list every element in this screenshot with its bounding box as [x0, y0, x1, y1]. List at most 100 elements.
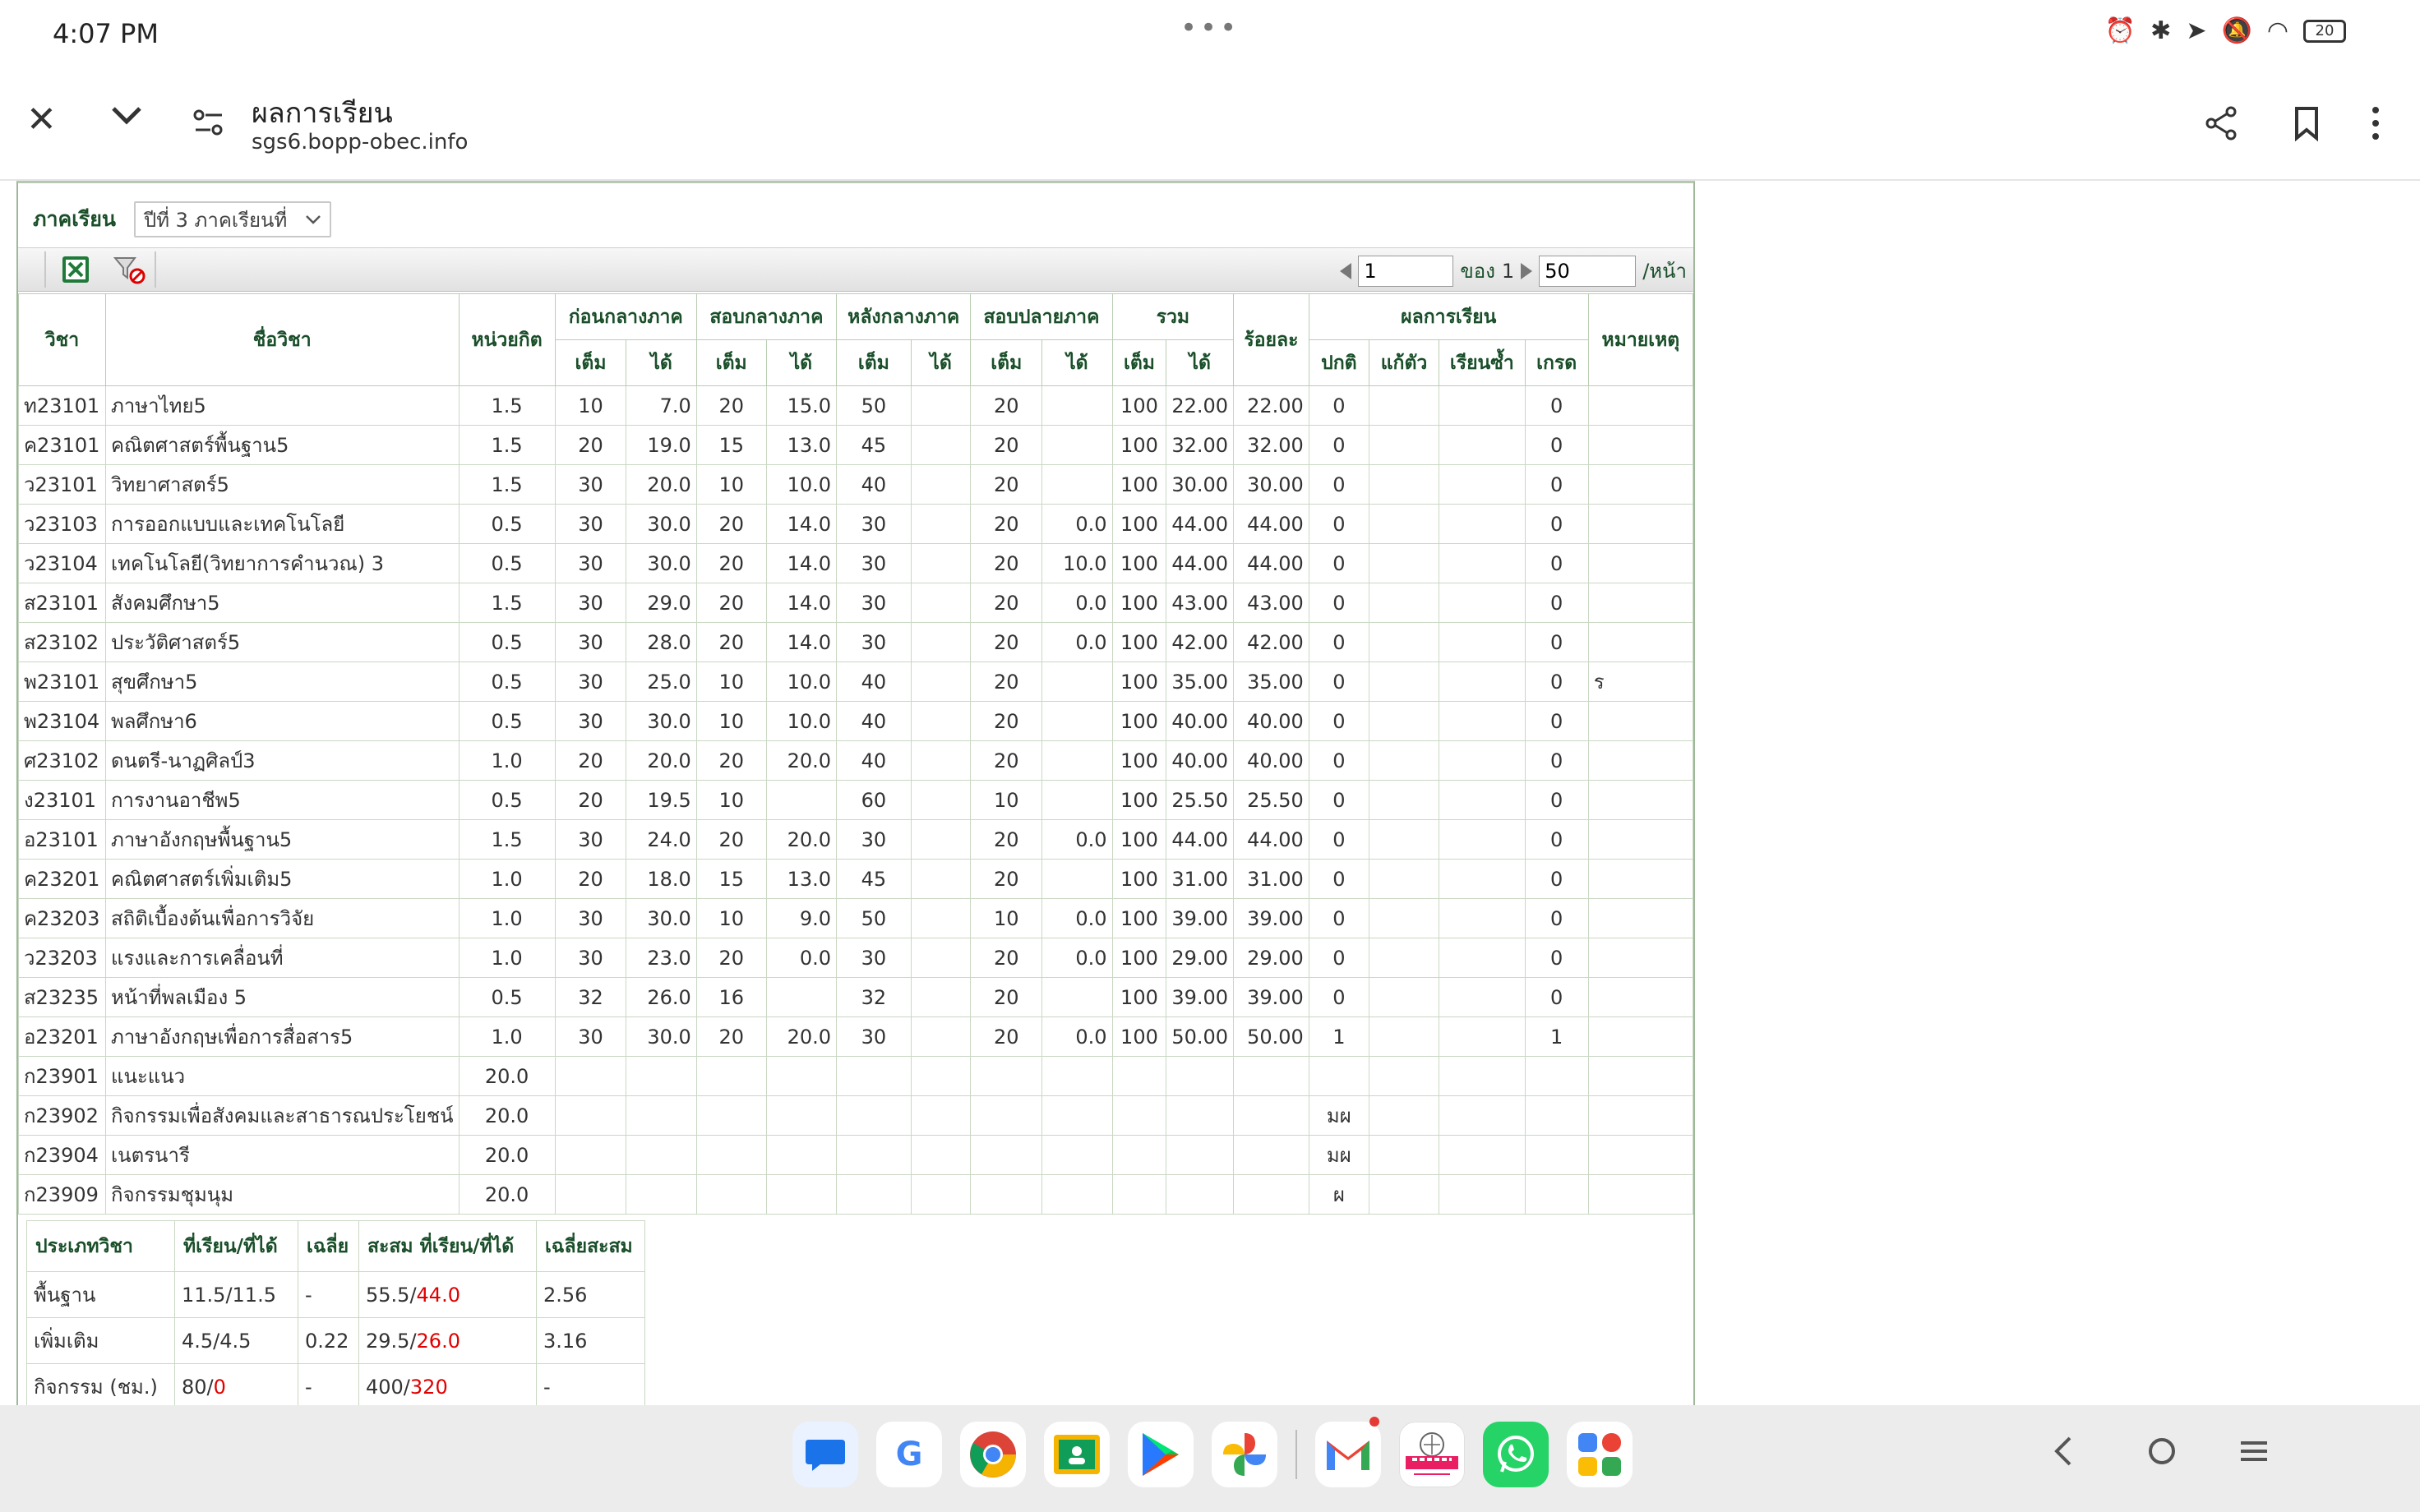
- cell-post-full: 30: [836, 583, 912, 623]
- cell-fin-got: [1041, 1095, 1113, 1136]
- sub-normal: ปกติ: [1308, 339, 1369, 386]
- cell-name: เนตรนารี: [104, 1135, 460, 1175]
- cell-mid-full: 15: [695, 859, 767, 899]
- cell-mid-full: 20: [695, 1016, 767, 1057]
- col-name: ชื่อวิชา: [104, 293, 460, 386]
- cell-post-full: 30: [836, 1016, 912, 1057]
- cell-post-full: 30: [836, 504, 912, 544]
- cell-post-got: [910, 1056, 972, 1096]
- messages-app-icon[interactable]: [792, 1422, 858, 1487]
- cell-normal: 1: [1308, 1016, 1369, 1057]
- cell-fin-full: 20: [970, 583, 1043, 623]
- cell-fin-got: [1041, 385, 1113, 426]
- clear-filter-icon[interactable]: [113, 255, 145, 284]
- cell-credit: 1.5: [458, 385, 556, 426]
- cell-post-full: 30: [836, 622, 912, 662]
- summary-cum: 29.5/26.0: [358, 1317, 537, 1364]
- cell-normal: 0: [1308, 701, 1369, 741]
- prev-page-icon[interactable]: [1340, 262, 1352, 279]
- cell-pre-full: 30: [554, 1016, 627, 1057]
- chevron-down-icon[interactable]: [109, 97, 145, 142]
- cell-fin-full: 20: [970, 464, 1043, 505]
- cell-post-full: 40: [836, 701, 912, 741]
- cell-mid-got: 13.0: [765, 859, 838, 899]
- page-url[interactable]: sgs6.bopp-obec.info: [252, 130, 468, 154]
- next-page-icon[interactable]: [1521, 262, 1533, 279]
- cell-mid-full: [695, 1095, 767, 1136]
- cell-post-full: [836, 1095, 912, 1136]
- semester-dropdown[interactable]: ปีที่ 3 ภาคเรียนที่: [133, 201, 331, 237]
- cell-fix: [1368, 938, 1440, 978]
- pager: ของ 1 /หน้า: [1340, 255, 1687, 287]
- recents-nav-icon[interactable]: [2238, 1433, 2270, 1478]
- cell-normal: 0: [1308, 898, 1369, 938]
- cell-credit: 1.0: [458, 938, 556, 978]
- cell-tot-full: [1111, 1095, 1167, 1136]
- of-label: ของ: [1460, 260, 1495, 283]
- close-icon[interactable]: ✕: [26, 99, 57, 141]
- cell-post-full: 40: [836, 740, 912, 781]
- cell-repeat: [1439, 385, 1526, 426]
- cell-mid-got: [765, 780, 838, 820]
- cell-repeat: [1439, 938, 1526, 978]
- summary-cum-value: 26.0: [416, 1329, 460, 1353]
- cell-tot-got: 31.00: [1166, 859, 1235, 899]
- photos-app-icon[interactable]: [1212, 1422, 1277, 1487]
- cell-repeat: [1439, 662, 1526, 702]
- whatsapp-app-icon[interactable]: [1483, 1422, 1549, 1487]
- play-store-app-icon[interactable]: [1128, 1422, 1194, 1487]
- cell-code: ก23902: [18, 1095, 106, 1136]
- excel-export-icon[interactable]: [61, 255, 90, 284]
- cell-post-full: 32: [836, 977, 912, 1017]
- cell-fin-got: 0.0: [1041, 938, 1113, 978]
- total-pages: 1: [1501, 259, 1515, 283]
- page-number-input[interactable]: [1358, 255, 1454, 287]
- cell-post-full: 45: [836, 859, 912, 899]
- cell-fin-got: [1041, 977, 1113, 1017]
- cell-pre-got: 23.0: [626, 938, 697, 978]
- cell-fin-got: [1041, 425, 1113, 465]
- cell-mid-got: [765, 1056, 838, 1096]
- table-row: พ23101 สุขศึกษา5 0.5 30 25.0 10 10.0 40 20 100 35.…: [18, 662, 1693, 702]
- cell-mid-full: 20: [695, 385, 767, 426]
- per-page-input[interactable]: [1539, 255, 1637, 287]
- table-row: ส23102 ประวัติศาสตร์5 0.5 30 28.0 20 14.0 30 20 0…: [18, 622, 1693, 662]
- overflow-menu-icon[interactable]: [2367, 104, 2384, 152]
- cell-pre-full: 20: [554, 859, 627, 899]
- more-dots-icon[interactable]: •••: [1180, 12, 1240, 44]
- cell-fin-full: 20: [970, 859, 1043, 899]
- cell-mid-got: 10.0: [765, 701, 838, 741]
- google-app-icon[interactable]: G: [876, 1422, 942, 1487]
- cell-fin-got: 0.0: [1041, 504, 1113, 544]
- cell-tot-got: 29.00: [1166, 938, 1235, 978]
- cell-pre-got: 30.0: [626, 701, 697, 741]
- cell-name: หน้าที่พลเมือง 5: [104, 977, 460, 1017]
- classroom-app-icon[interactable]: [1044, 1422, 1110, 1487]
- site-settings-icon[interactable]: [192, 107, 225, 149]
- cell-normal: 0: [1308, 662, 1369, 702]
- cell-mid-full: 10: [695, 898, 767, 938]
- app-drawer-icon[interactable]: [1567, 1422, 1633, 1487]
- bookmark-icon[interactable]: [2290, 105, 2323, 150]
- cell-pre-full: [554, 1056, 627, 1096]
- cell-pre-got: 30.0: [626, 1016, 697, 1057]
- sub-grade: เกรด: [1524, 339, 1589, 386]
- chrome-app-icon[interactable]: [960, 1422, 1026, 1487]
- cell-tot-got: 22.00: [1166, 385, 1235, 426]
- cell-pre-full: 30: [554, 543, 627, 583]
- cell-pre-got: 24.0: [626, 819, 697, 860]
- cell-tot-full: 100: [1111, 819, 1167, 860]
- cell-name: กิจกรรมเพื่อสังคมและสาธารณประโยชน์: [104, 1095, 460, 1136]
- cell-grade: 0: [1524, 819, 1589, 860]
- cell-post-full: 30: [836, 543, 912, 583]
- cell-remark: [1587, 385, 1693, 426]
- back-nav-icon[interactable]: [2050, 1433, 2075, 1478]
- gmail-app-icon[interactable]: [1315, 1417, 1381, 1487]
- col-final: สอบปลายภาค: [970, 293, 1113, 340]
- cell-post-got: [910, 701, 972, 741]
- home-nav-icon[interactable]: [2144, 1433, 2180, 1478]
- bewise-app-icon[interactable]: [1399, 1422, 1465, 1487]
- share-icon[interactable]: [2203, 105, 2239, 150]
- cell-code: ส23101: [18, 583, 106, 623]
- cell-tot-got: 44.00: [1166, 543, 1235, 583]
